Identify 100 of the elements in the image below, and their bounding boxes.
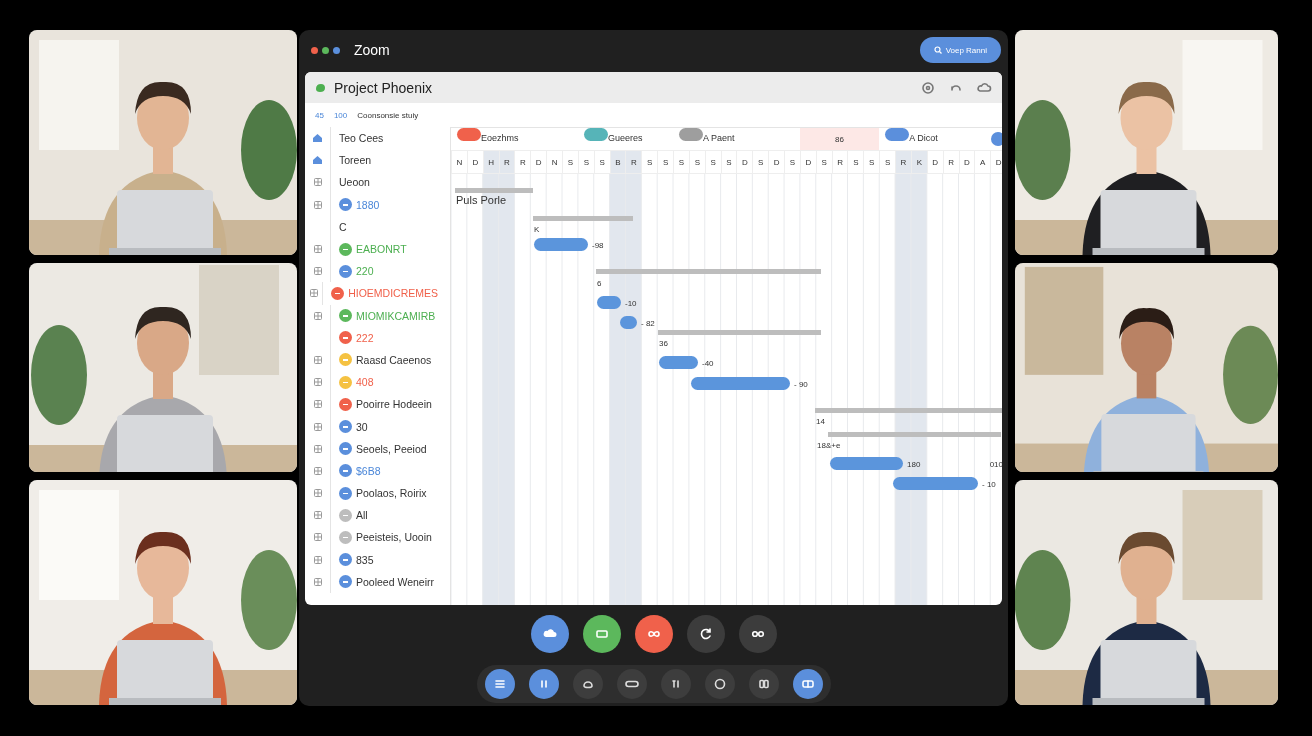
day-label: S xyxy=(673,151,689,173)
call-button[interactable] xyxy=(582,615,621,653)
day-label: R xyxy=(942,151,959,173)
grid-icon xyxy=(313,489,322,498)
task-name[interactable]: 835 xyxy=(356,553,374,566)
bar-label: -98 xyxy=(592,241,604,250)
bar-label: - 90 xyxy=(794,380,808,389)
grid-icon xyxy=(313,533,322,542)
task-name[interactable]: Pooirre Hodeein xyxy=(356,398,432,411)
day-label: D xyxy=(768,151,785,173)
close-dot[interactable] xyxy=(311,46,318,54)
task-name[interactable]: Poolaos, Roirix xyxy=(356,487,427,500)
grid-icon xyxy=(313,422,322,431)
call-button[interactable] xyxy=(530,615,569,653)
task-name[interactable]: 1880 xyxy=(356,198,380,211)
bar-label: Puls Porle xyxy=(456,194,507,206)
day-label: D xyxy=(530,151,547,173)
grid-icon xyxy=(313,267,322,276)
day-label: H xyxy=(482,151,499,173)
group-label: A Dicot xyxy=(909,133,938,143)
task-name[interactable]: Toreen xyxy=(339,154,372,167)
minimize-dot[interactable] xyxy=(322,46,329,54)
bar-label: K xyxy=(534,225,540,234)
bar-label: 6 xyxy=(597,279,602,288)
grid-icon xyxy=(313,466,322,475)
day-label: N xyxy=(546,151,562,173)
day-label: D xyxy=(926,151,943,173)
toolbar-button[interactable] xyxy=(616,669,647,699)
day-label: A xyxy=(974,151,991,173)
task-name[interactable]: All xyxy=(356,509,368,522)
task-bar xyxy=(597,296,621,309)
toolbar-button[interactable] xyxy=(484,669,515,699)
day-label: S xyxy=(577,151,594,173)
grid-icon xyxy=(309,289,318,298)
group-label: Gueeres xyxy=(607,133,643,143)
grid-icon xyxy=(313,311,322,320)
leaf-icon xyxy=(315,82,326,93)
grid-icon xyxy=(313,200,322,209)
breadcrumb-item[interactable]: 100 xyxy=(333,110,348,120)
breadcrumb-item[interactable]: Coonsonsie stuiy xyxy=(357,110,419,120)
grid-icon xyxy=(313,444,322,453)
day-label: S xyxy=(752,151,769,173)
house-icon xyxy=(312,155,323,166)
day-label: R xyxy=(625,151,642,173)
group-label: Eoezhms xyxy=(481,133,519,143)
highlight-label: 86 xyxy=(799,128,880,150)
toolbar-button[interactable] xyxy=(572,669,603,699)
task-name[interactable]: 30 xyxy=(356,420,368,433)
task-name[interactable]: Teo Cees xyxy=(339,132,384,145)
grid-icon xyxy=(313,378,322,387)
group-label: A Paent xyxy=(703,133,735,143)
day-label: S xyxy=(641,151,658,173)
day-label: S xyxy=(863,151,880,173)
task-name[interactable]: $6B8 xyxy=(356,464,381,477)
task-name[interactable]: C xyxy=(339,220,347,233)
target-icon[interactable] xyxy=(920,79,936,96)
bar-label: - 82 xyxy=(641,319,655,328)
day-label: D xyxy=(958,151,975,173)
task-name[interactable]: Ueoon xyxy=(339,176,370,189)
bar-label: 180 xyxy=(907,460,921,469)
grid-icon xyxy=(313,400,322,409)
task-name[interactable]: Peeisteis, Uooin xyxy=(356,531,432,544)
day-label: R xyxy=(895,151,911,173)
bar-label: 14 xyxy=(816,417,825,426)
toolbar-button[interactable] xyxy=(704,669,735,699)
day-label: D xyxy=(799,151,816,173)
bar-label: 36 xyxy=(659,339,668,348)
day-label: D xyxy=(736,151,753,173)
day-label: R xyxy=(514,151,531,173)
bar-label: 18&+e xyxy=(817,441,841,450)
maximize-dot[interactable] xyxy=(333,46,340,54)
day-label: S xyxy=(784,151,800,173)
day-label: S xyxy=(657,151,674,173)
day-label: R xyxy=(831,151,848,173)
toolbar-button[interactable] xyxy=(660,669,691,699)
grid-icon xyxy=(313,577,322,586)
day-label: S xyxy=(720,151,737,173)
toolbar-button[interactable] xyxy=(528,669,559,699)
day-label: B xyxy=(609,151,626,173)
task-name[interactable]: Seoels, Peeiod xyxy=(356,442,427,455)
toolbar-button[interactable] xyxy=(792,669,823,699)
grid-icon xyxy=(313,178,322,187)
call-button[interactable] xyxy=(686,615,725,653)
call-button[interactable] xyxy=(634,615,673,653)
project-title: Project Phoenix xyxy=(334,79,434,96)
task-name[interactable]: Raasd Caeenos xyxy=(356,353,432,366)
day-label: S xyxy=(847,151,864,173)
day-label: D xyxy=(466,151,483,173)
task-bar xyxy=(534,238,588,251)
search-icon xyxy=(933,46,942,54)
grid-icon xyxy=(313,245,322,254)
task-name[interactable]: Pooleed Weneirr xyxy=(356,575,435,588)
bar-label: -40 xyxy=(702,359,714,368)
bar-label: -10 xyxy=(625,299,637,308)
breadcrumb-item[interactable]: 45 xyxy=(315,110,324,120)
day-label: S xyxy=(562,151,578,173)
call-button[interactable] xyxy=(738,615,777,653)
bar-label: 010 xyxy=(989,460,1002,469)
day-label: D xyxy=(990,151,1002,173)
toolbar-button[interactable] xyxy=(748,669,779,699)
